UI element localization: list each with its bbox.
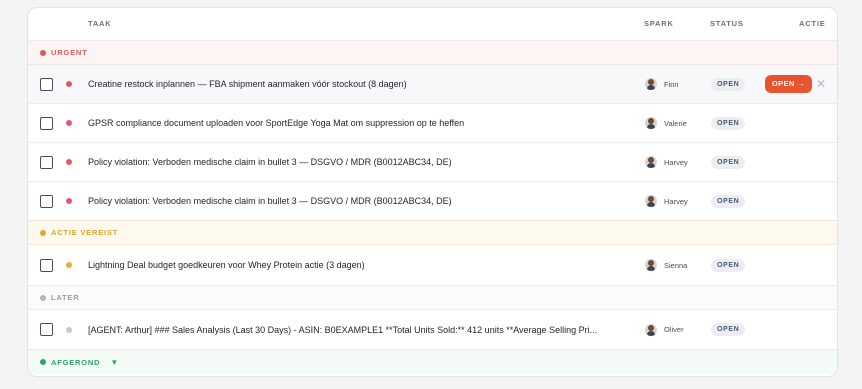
task-title[interactable]: [AGENT: Arthur] ### Sales Analysis (Last… (88, 325, 597, 335)
avatar (645, 117, 657, 129)
actie-vereist-dot-icon (40, 229, 46, 236)
assignee-name: Sienna (664, 260, 688, 270)
table-header: TAAK SPARK STATUS ACTIE (28, 8, 837, 41)
row-checkbox[interactable] (40, 323, 53, 336)
group-header-later[interactable]: LATER (28, 286, 837, 310)
afgerond-dot-icon (40, 359, 46, 365)
priority-dot-icon (66, 120, 72, 126)
row-checkbox[interactable] (40, 77, 53, 91)
table-row[interactable]: [AGENT: Arthur] ### Sales Analysis (Last… (28, 310, 837, 350)
later-dot-icon (40, 294, 46, 301)
status-badge: OPEN (711, 194, 746, 208)
close-icon[interactable]: ✕ (816, 77, 826, 91)
status-badge: OPEN (711, 116, 746, 130)
avatar (645, 156, 657, 168)
group-header-afgerond[interactable]: AFGEROND ▼ (28, 350, 837, 374)
avatar (645, 323, 657, 336)
priority-dot-icon (66, 262, 72, 268)
group-label-actie-vereist: ACTIE VEREIST (51, 228, 119, 237)
assignee[interactable]: Finn (645, 78, 679, 90)
row-checkbox[interactable] (40, 258, 53, 272)
row-checkbox[interactable] (40, 194, 53, 208)
assignee[interactable]: Sienna (645, 259, 687, 271)
task-title[interactable]: GPSR compliance document uploaden voor S… (88, 118, 464, 128)
task-title[interactable]: Lightning Deal budget goedkeuren voor Wh… (88, 260, 365, 270)
table-row[interactable]: Lightning Deal budget goedkeuren voor Wh… (28, 245, 837, 286)
status-badge: OPEN (711, 258, 746, 272)
status-badge: OPEN (711, 323, 746, 336)
assignee-name: Harvey (664, 196, 688, 206)
assignee[interactable]: Valerie (645, 117, 687, 129)
avatar (645, 259, 657, 271)
assignee-name: Finn (664, 79, 679, 89)
assignee[interactable]: Oliver (645, 323, 684, 336)
task-title[interactable]: Creatine restock inplannen — FBA shipmen… (88, 79, 407, 89)
status-badge: OPEN (711, 155, 746, 169)
status-badge: OPEN (711, 77, 746, 91)
column-header-actie: ACTIE (799, 19, 826, 28)
table-row[interactable]: Policy violation: Verboden medische clai… (28, 182, 837, 221)
chevron-down-icon[interactable]: ▼ (110, 358, 119, 367)
assignee-name: Oliver (664, 325, 684, 334)
row-checkbox[interactable] (40, 116, 53, 130)
task-title[interactable]: Policy violation: Verboden medische clai… (88, 196, 452, 206)
task-table: TAAK SPARK STATUS ACTIE URGENT Creatine … (27, 7, 838, 377)
group-header-urgent[interactable]: URGENT (28, 41, 837, 65)
priority-dot-icon (66, 198, 72, 204)
table-row[interactable]: GPSR compliance document uploaden voor S… (28, 104, 837, 143)
group-label-afgerond: AFGEROND (51, 357, 101, 367)
urgent-dot-icon (40, 49, 46, 56)
open-task-button[interactable]: OPEN → (765, 75, 812, 93)
table-row[interactable]: Creatine restock inplannen — FBA shipmen… (28, 65, 837, 104)
column-header-status: STATUS (710, 19, 744, 28)
column-header-spark: SPARK (644, 19, 674, 28)
assignee-name: Harvey (664, 157, 688, 167)
avatar (645, 195, 657, 207)
row-checkbox[interactable] (40, 155, 53, 169)
avatar (645, 78, 657, 90)
assignee[interactable]: Harvey (645, 156, 688, 168)
priority-dot-icon (66, 81, 72, 87)
priority-dot-icon (66, 326, 72, 333)
table-row[interactable]: Policy violation: Verboden medische clai… (28, 143, 837, 182)
group-label-later: LATER (51, 293, 80, 302)
task-title[interactable]: Policy violation: Verboden medische clai… (88, 157, 452, 167)
group-header-actie-vereist[interactable]: ACTIE VEREIST (28, 221, 837, 245)
priority-dot-icon (66, 159, 72, 165)
column-header-taak: TAAK (88, 19, 112, 28)
assignee-name: Valerie (664, 118, 687, 128)
assignee[interactable]: Harvey (645, 195, 688, 207)
group-label-urgent: URGENT (51, 48, 88, 57)
